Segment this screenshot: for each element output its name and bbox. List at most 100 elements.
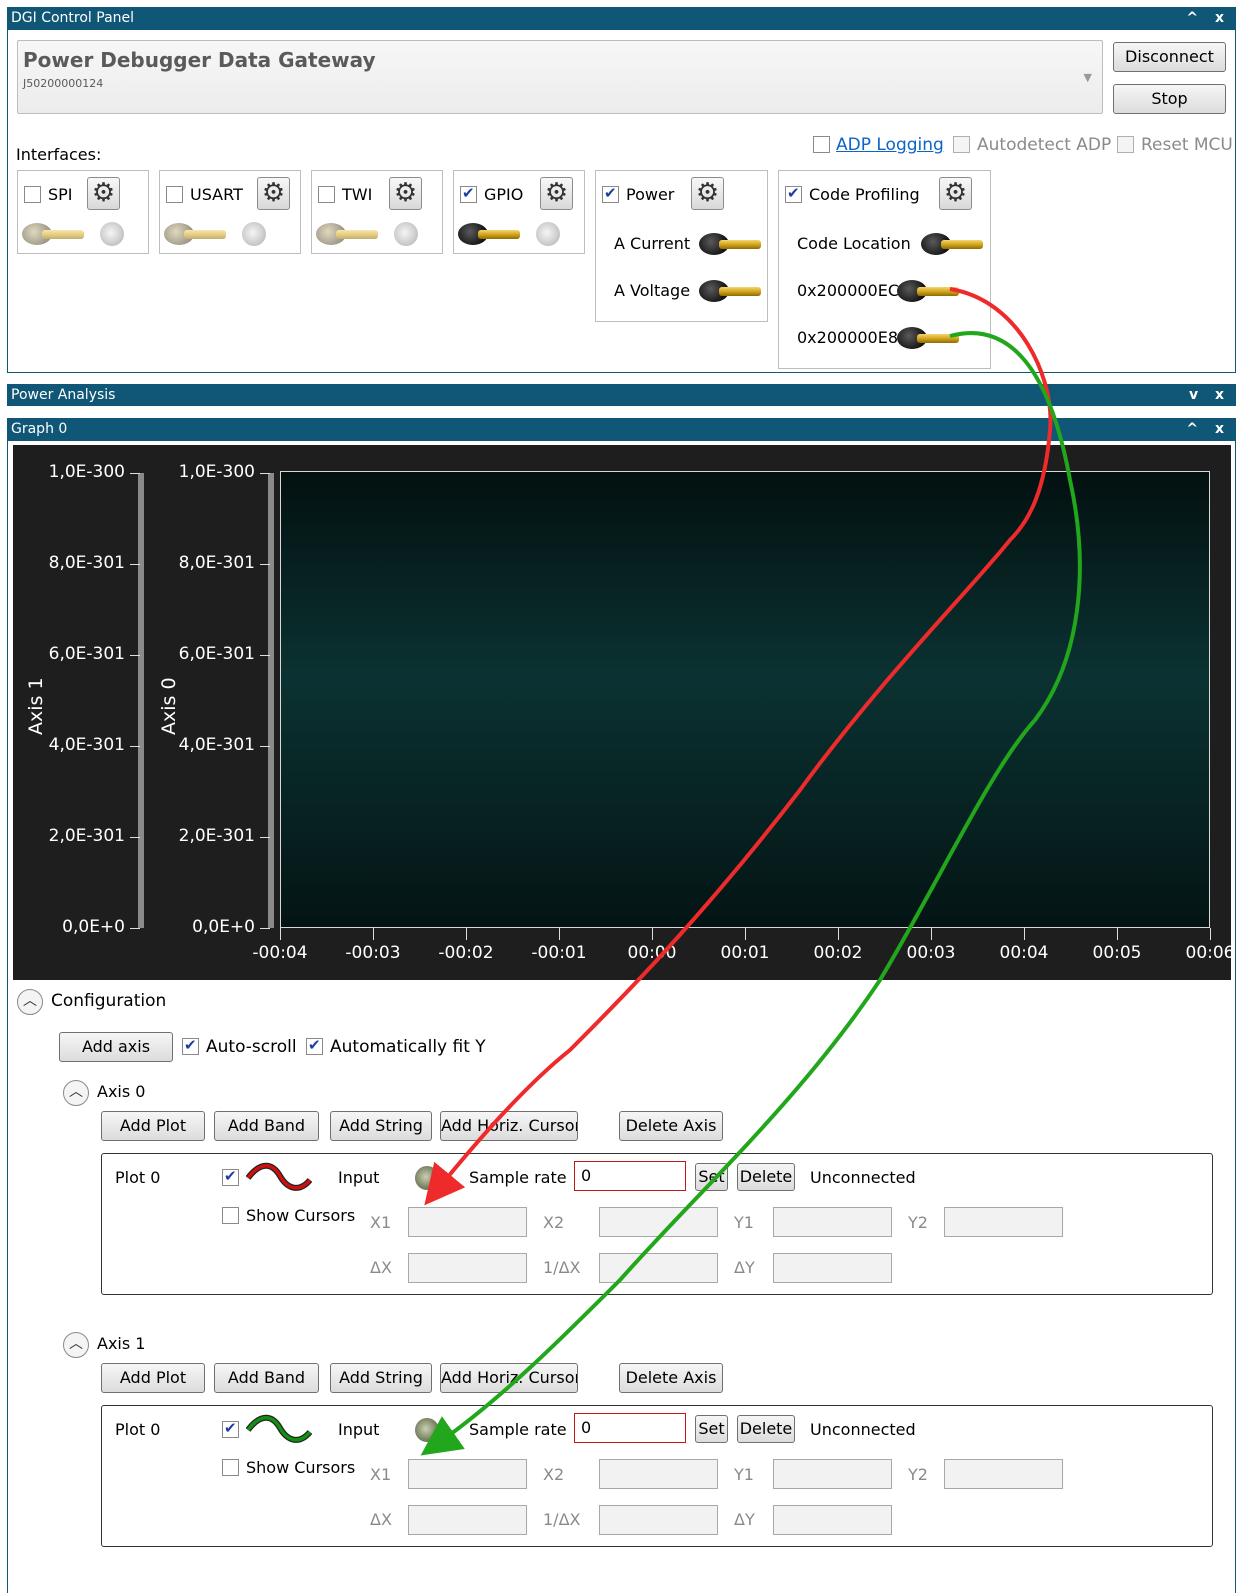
y1-field[interactable]	[773, 1207, 892, 1237]
plug-icon[interactable]	[164, 220, 230, 248]
plug-icon[interactable]	[22, 220, 88, 248]
graph-window-controls[interactable]: ^ x	[1186, 418, 1230, 440]
axis-1-scale[interactable]	[138, 473, 144, 928]
y2-field[interactable]	[944, 1459, 1063, 1489]
reset-mcu-checkbox[interactable]	[1117, 136, 1134, 153]
socket-icon[interactable]	[394, 222, 418, 246]
delete-plot-button[interactable]: Delete	[737, 1415, 795, 1443]
plot-name: Plot 0	[115, 1168, 161, 1187]
reset-mcu-label: Reset MCU	[1141, 135, 1233, 155]
plot-input-socket-icon[interactable]	[415, 1418, 439, 1442]
autodetect-adp-checkbox[interactable]	[953, 136, 970, 153]
axis-1-add-band-button[interactable]: Add Band	[214, 1363, 319, 1393]
plug-icon[interactable]	[699, 230, 765, 258]
plot-visible-checkbox[interactable]	[222, 1167, 239, 1186]
delete-plot-button[interactable]: Delete	[737, 1163, 795, 1191]
plot-line-color-icon[interactable]	[246, 1162, 312, 1194]
x-tick-label: -00:04	[252, 943, 308, 963]
plug-icon[interactable]	[897, 277, 963, 305]
auto-scroll-checkbox[interactable]	[182, 1036, 199, 1055]
spi-label: SPI	[48, 185, 73, 204]
axis-0-collapse-icon[interactable]: ︿	[63, 1080, 89, 1106]
twi-checkbox[interactable]	[318, 186, 335, 203]
code-profiling-checkbox[interactable]	[785, 184, 802, 203]
axis-0-add-horiz-cursor-button[interactable]: Add Horiz. Cursor	[440, 1111, 578, 1141]
axis-0-delete-axis-button[interactable]: Delete Axis	[619, 1111, 723, 1141]
dgi-panel-title: DGI Control Panel	[11, 10, 135, 26]
set-button[interactable]: Set	[695, 1415, 728, 1443]
axis-1-add-horiz-cursor-button[interactable]: Add Horiz. Cursor	[440, 1363, 578, 1393]
x1-field[interactable]	[408, 1207, 527, 1237]
sample-rate-input[interactable]: 0	[574, 1161, 686, 1191]
delta-x-field[interactable]	[408, 1505, 527, 1535]
configuration-collapse-icon[interactable]: ︿	[17, 989, 43, 1015]
adp-logging-checkbox[interactable]	[813, 136, 830, 153]
x2-field[interactable]	[599, 1207, 718, 1237]
gear-icon[interactable]: ⚙	[257, 177, 290, 210]
gear-icon[interactable]: ⚙	[939, 177, 972, 210]
set-button[interactable]: Set	[695, 1163, 728, 1191]
axis-1-tick-label: 1,0E-300	[48, 462, 125, 482]
socket-icon[interactable]	[242, 222, 266, 246]
plug-icon[interactable]	[921, 230, 987, 258]
plug-icon[interactable]	[316, 220, 382, 248]
plug-icon[interactable]	[458, 220, 524, 248]
gpio-checkbox[interactable]	[460, 184, 477, 203]
gear-icon[interactable]: ⚙	[389, 177, 422, 210]
stop-button[interactable]: Stop	[1113, 84, 1226, 114]
power-analysis-window-controls[interactable]: v x	[1189, 384, 1230, 406]
code-location-label: Code Location	[797, 234, 911, 253]
axis-0-tick-label: 4,0E-301	[178, 735, 255, 755]
x1-field[interactable]	[408, 1459, 527, 1489]
axis-0-add-plot-button[interactable]: Add Plot	[101, 1111, 205, 1141]
x2-field[interactable]	[599, 1459, 718, 1489]
show-cursors-checkbox[interactable]	[222, 1207, 239, 1224]
sample-rate-input[interactable]: 0	[574, 1413, 686, 1443]
y1-field[interactable]	[773, 1459, 892, 1489]
usart-checkbox[interactable]	[166, 186, 183, 203]
axis-0-add-string-button[interactable]: Add String	[330, 1111, 432, 1141]
inverse-delta-x-field[interactable]	[599, 1253, 718, 1283]
plot-canvas[interactable]	[280, 471, 1210, 928]
plot-visible-checkbox[interactable]	[222, 1419, 239, 1438]
inverse-delta-x-field[interactable]	[599, 1505, 718, 1535]
socket-icon[interactable]	[536, 222, 560, 246]
axis-1-tick-label: 8,0E-301	[48, 553, 125, 573]
axis-1-add-plot-button[interactable]: Add Plot	[101, 1363, 205, 1393]
sample-rate-label: Sample rate	[469, 1420, 567, 1439]
plot-line-color-icon[interactable]	[246, 1414, 312, 1446]
axis-1-label: Axis 1	[25, 677, 47, 735]
spi-checkbox[interactable]	[24, 186, 41, 203]
axis-1-collapse-icon[interactable]: ︿	[63, 1332, 89, 1358]
inverse-delta-x-field-label: 1/ΔX	[543, 1510, 581, 1529]
auto-fit-y-checkbox[interactable]	[306, 1036, 323, 1055]
interface-power: Power ⚙ A Current A Voltage	[595, 170, 768, 322]
device-selector[interactable]: Power Debugger Data Gateway J50200000124…	[17, 40, 1103, 114]
adp-logging-link[interactable]: ADP Logging	[836, 135, 944, 155]
dgi-panel-window-controls[interactable]: ^ x	[1186, 7, 1230, 29]
dropdown-arrow-icon[interactable]: ▼	[1084, 71, 1092, 84]
gear-icon[interactable]: ⚙	[87, 177, 120, 210]
delta-x-field[interactable]	[408, 1253, 527, 1283]
axis-0-add-band-button[interactable]: Add Band	[214, 1111, 319, 1141]
gear-icon[interactable]: ⚙	[540, 177, 573, 210]
plug-icon[interactable]	[897, 324, 963, 352]
delta-y-field[interactable]	[773, 1505, 892, 1535]
delta-y-field[interactable]	[773, 1253, 892, 1283]
socket-icon[interactable]	[100, 222, 124, 246]
x2-field-label: X2	[543, 1465, 565, 1484]
plug-icon[interactable]	[699, 277, 765, 305]
y-tick-mark	[260, 564, 270, 565]
axis-1-delete-axis-button[interactable]: Delete Axis	[619, 1363, 723, 1393]
axis-0-scale[interactable]	[268, 473, 274, 928]
y2-field[interactable]	[944, 1207, 1063, 1237]
power-checkbox[interactable]	[602, 184, 619, 203]
interface-spi: SPI ⚙	[17, 170, 149, 254]
disconnect-button[interactable]: Disconnect	[1113, 42, 1226, 72]
show-cursors-checkbox[interactable]	[222, 1459, 239, 1476]
x-tick-mark	[1117, 928, 1118, 940]
axis-1-add-string-button[interactable]: Add String	[330, 1363, 432, 1393]
gear-icon[interactable]: ⚙	[691, 177, 724, 210]
add-axis-button[interactable]: Add axis	[59, 1032, 173, 1062]
plot-input-socket-icon[interactable]	[415, 1166, 439, 1190]
